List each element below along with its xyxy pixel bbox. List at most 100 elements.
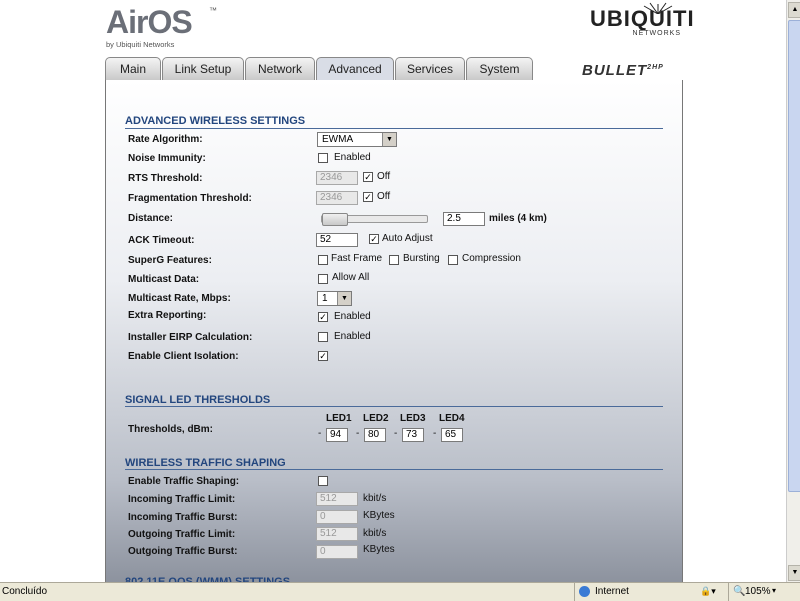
- tab-advanced[interactable]: Advanced: [316, 57, 394, 81]
- led2-input[interactable]: 80: [364, 428, 386, 442]
- ack-auto-adjust-checkbox[interactable]: ✓: [369, 234, 379, 244]
- multicast-data-label: Multicast Data:: [128, 274, 200, 285]
- outgoing-limit-label: Outgoing Traffic Limit:: [128, 529, 236, 540]
- incoming-burst-unit: KBytes: [363, 510, 395, 521]
- rts-off-checkbox[interactable]: ✓: [363, 172, 373, 182]
- tab-link-setup[interactable]: Link Setup: [162, 57, 244, 80]
- eirp-option: Enabled: [334, 331, 371, 342]
- outgoing-limit-unit: kbit/s: [363, 528, 387, 539]
- outgoing-burst-label: Outgoing Traffic Burst:: [128, 546, 238, 557]
- brand-subtitle: NETWORKS: [632, 30, 681, 37]
- bursting-checkbox[interactable]: [389, 255, 399, 265]
- outgoing-burst-input[interactable]: 0: [316, 545, 358, 559]
- client-isolation-checkbox[interactable]: ✓: [318, 351, 328, 361]
- airos-logo: AirOS ™ by Ubiquiti Networks: [106, 6, 217, 49]
- fast-frame-checkbox[interactable]: [318, 255, 328, 265]
- led1-input[interactable]: 94: [326, 428, 348, 442]
- slider-handle[interactable]: [322, 213, 348, 226]
- logo-trademark: ™: [209, 6, 217, 15]
- distance-label: Distance:: [128, 213, 174, 224]
- incoming-limit-label: Incoming Traffic Limit:: [128, 494, 236, 505]
- rts-off-label: Off: [377, 171, 391, 182]
- fragmentation-threshold-label: Fragmentation Threshold:: [128, 193, 252, 204]
- led2-minus: -: [356, 428, 360, 439]
- rate-algorithm-value: EWMA: [322, 134, 354, 145]
- noise-immunity-checkbox[interactable]: [318, 153, 328, 163]
- rate-algorithm-label: Rate Algorithm:: [128, 134, 203, 145]
- led3-header: LED3: [400, 413, 426, 424]
- incoming-burst-input[interactable]: 0: [316, 510, 358, 524]
- section-divider: [125, 469, 663, 470]
- zoom-level[interactable]: 105%: [745, 586, 771, 597]
- multicast-rate-value: 1: [322, 293, 328, 304]
- section-title-signal-led: SIGNAL LED THRESHOLDS: [125, 394, 271, 406]
- vertical-scrollbar[interactable]: ▲ ▼: [786, 0, 800, 582]
- status-divider: [728, 583, 729, 601]
- scrollbar-thumb[interactable]: [788, 20, 800, 492]
- bursting-label: Bursting: [403, 253, 440, 264]
- scroll-up-icon[interactable]: ▲: [788, 2, 800, 18]
- multicast-rate-label: Multicast Rate, Mbps:: [128, 293, 231, 304]
- client-isolation-label: Enable Client Isolation:: [128, 351, 239, 362]
- led1-minus: -: [318, 428, 322, 439]
- outgoing-burst-unit: KBytes: [363, 544, 395, 555]
- led2-header: LED2: [363, 413, 389, 424]
- section-title-advanced: ADVANCED WIRELESS SETTINGS: [125, 115, 306, 127]
- tab-services[interactable]: Services: [395, 57, 465, 80]
- section-title-traffic-shaping: WIRELESS TRAFFIC SHAPING: [125, 457, 286, 469]
- tab-main[interactable]: Main: [105, 57, 161, 80]
- frag-off-checkbox[interactable]: ✓: [363, 192, 373, 202]
- noise-immunity-label: Noise Immunity:: [128, 153, 206, 164]
- enable-traffic-shaping-label: Enable Traffic Shaping:: [128, 476, 240, 487]
- zoom-dropdown-icon[interactable]: ▾: [772, 586, 776, 595]
- tab-system[interactable]: System: [466, 57, 533, 80]
- content-panel: ADVANCED WIRELESS SETTINGS Rate Algorith…: [105, 80, 683, 600]
- protected-mode-icon[interactable]: 🔒▾: [700, 586, 716, 597]
- model-logo: BULLET2HP: [582, 62, 664, 79]
- outgoing-limit-input[interactable]: 512: [316, 527, 358, 541]
- ack-auto-adjust-label: Auto Adjust: [382, 233, 433, 244]
- distance-input[interactable]: 2.5: [443, 212, 485, 226]
- tab-network[interactable]: Network: [245, 57, 315, 80]
- scroll-down-icon[interactable]: ▼: [788, 565, 800, 581]
- rts-threshold-input[interactable]: 2346: [316, 171, 358, 185]
- noise-immunity-option: Enabled: [334, 152, 371, 163]
- eirp-checkbox[interactable]: [318, 332, 328, 342]
- ubiquiti-logo: UBIQUITI NETWORKS: [590, 2, 694, 37]
- led4-minus: -: [433, 428, 437, 439]
- superg-features-label: SuperG Features:: [128, 255, 212, 266]
- distance-slider[interactable]: [321, 213, 428, 226]
- extra-reporting-label: Extra Reporting:: [128, 310, 207, 321]
- chevron-down-icon: ▼: [337, 292, 351, 305]
- led3-input[interactable]: 73: [402, 428, 424, 442]
- compression-checkbox[interactable]: [448, 255, 458, 265]
- distance-unit: miles (4 km): [489, 213, 547, 224]
- internet-zone-icon: [579, 586, 590, 597]
- fragmentation-threshold-input[interactable]: 2346: [316, 191, 358, 205]
- rts-threshold-label: RTS Threshold:: [128, 173, 203, 184]
- extra-reporting-option: Enabled: [334, 311, 371, 322]
- page-header: AirOS ™ by Ubiquiti Networks UBIQUITI NE…: [0, 0, 800, 58]
- status-divider: [574, 583, 575, 601]
- extra-reporting-checkbox[interactable]: ✓: [318, 312, 328, 322]
- browser-status-bar: Concluído Internet 🔒▾ 🔍 105% ▾: [0, 582, 800, 601]
- fast-frame-label: Fast Frame: [331, 253, 383, 264]
- ubiquiti-antenna-icon: [643, 2, 673, 14]
- rate-algorithm-select[interactable]: EWMA ▼: [317, 132, 397, 147]
- incoming-limit-input[interactable]: 512: [316, 492, 358, 506]
- traffic-shaping-checkbox[interactable]: [318, 476, 328, 486]
- multicast-allow-all-label: Allow All: [332, 272, 370, 283]
- model-name: BULLET: [582, 62, 648, 79]
- led4-header: LED4: [439, 413, 465, 424]
- compression-label: Compression: [462, 253, 521, 264]
- eirp-label: Installer EIRP Calculation:: [128, 332, 253, 343]
- multicast-rate-select[interactable]: 1 ▼: [317, 291, 352, 306]
- zoom-icon[interactable]: 🔍: [733, 586, 745, 597]
- model-variant: 2HP: [647, 64, 664, 71]
- incoming-limit-unit: kbit/s: [363, 493, 387, 504]
- section-divider: [125, 128, 663, 129]
- multicast-allow-all-checkbox[interactable]: [318, 274, 328, 284]
- zone-text: Internet: [595, 586, 629, 597]
- led4-input[interactable]: 65: [441, 428, 463, 442]
- ack-timeout-input[interactable]: 52: [316, 233, 358, 247]
